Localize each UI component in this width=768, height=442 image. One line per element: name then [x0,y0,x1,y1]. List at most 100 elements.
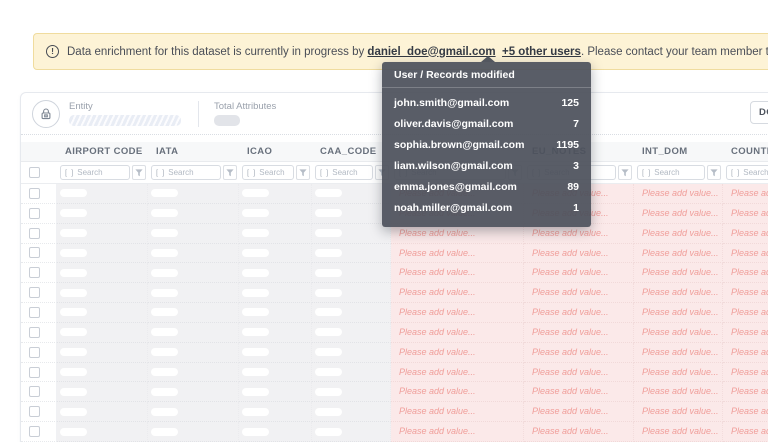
row-checkbox[interactable] [29,247,40,259]
cell-caa-code[interactable] [312,263,391,284]
cell-column-5[interactable]: Please add value... [391,402,524,423]
cell-caa-code[interactable] [312,322,391,343]
cell-country[interactable]: Please add value... [723,402,768,423]
cell-caa-code[interactable] [312,362,391,383]
cell-column-5[interactable]: Please add value... [391,342,524,363]
cell-caa-code[interactable] [312,402,391,423]
row-checkbox[interactable] [29,306,40,318]
cell-iata[interactable] [148,362,239,383]
cell-iata[interactable] [148,422,239,442]
cell-airport-code[interactable] [57,184,148,204]
cell-caa-code[interactable] [312,303,391,323]
cell-icao[interactable] [239,362,312,383]
cell-iata[interactable] [148,283,239,304]
cell-eu-notes[interactable]: Please add value... [524,382,634,403]
cell-country[interactable]: Please add value... [723,422,768,442]
cell-column-5[interactable]: Please add value... [391,283,524,304]
enrichment-user-link[interactable]: daniel_doe@gmail.com [367,46,495,58]
cell-country[interactable]: Please add value... [723,322,768,343]
cell-int-dom[interactable]: Please add value... [634,422,723,442]
download-button[interactable]: DO [750,101,768,124]
cell-int-dom[interactable]: Please add value... [634,362,723,383]
cell-icao[interactable] [239,402,312,423]
cell-eu-notes[interactable]: Please add value... [524,422,634,442]
row-checkbox[interactable] [29,267,40,279]
row-checkbox[interactable] [29,386,40,398]
cell-int-dom[interactable]: Please add value... [634,342,723,363]
column-header-airport-code[interactable]: AIRPORT CODE [57,142,148,161]
cell-caa-code[interactable] [312,283,391,304]
cell-country[interactable]: Please add value... [723,184,768,204]
column-header-int-dom[interactable]: INT_DOM [634,142,723,161]
cell-int-dom[interactable]: Please add value... [634,223,723,244]
cell-icao[interactable] [239,422,312,442]
cell-icao[interactable] [239,283,312,304]
cell-airport-code[interactable] [57,243,148,264]
cell-eu-notes[interactable]: Please add value... [524,402,634,423]
cell-icao[interactable] [239,263,312,284]
cell-country[interactable]: Please add value... [723,203,768,224]
cell-airport-code[interactable] [57,203,148,224]
cell-iata[interactable] [148,342,239,363]
filter-funnel-button[interactable] [296,165,310,180]
cell-icao[interactable] [239,203,312,224]
cell-iata[interactable] [148,382,239,403]
column-header-iata[interactable]: IATA [148,142,239,161]
cell-int-dom[interactable]: Please add value... [634,263,723,284]
search-input[interactable]: [ ]Search [315,165,373,180]
row-checkbox[interactable] [29,187,40,199]
cell-caa-code[interactable] [312,342,391,363]
search-input[interactable]: [ ]Search [242,165,294,180]
cell-caa-code[interactable] [312,243,391,264]
cell-column-5[interactable]: Please add value... [391,243,524,264]
cell-eu-notes[interactable]: Please add value... [524,362,634,383]
filter-funnel-button[interactable] [707,165,721,180]
cell-int-dom[interactable]: Please add value... [634,203,723,224]
row-checkbox[interactable] [29,406,40,418]
cell-iata[interactable] [148,184,239,204]
filter-funnel-button[interactable] [223,165,237,180]
column-header-caa-code[interactable]: CAA_CODE [312,142,391,161]
cell-airport-code[interactable] [57,402,148,423]
cell-icao[interactable] [239,223,312,244]
cell-country[interactable]: Please add value... [723,382,768,403]
select-all-checkbox[interactable] [29,167,40,178]
cell-icao[interactable] [239,382,312,403]
cell-column-5[interactable]: Please add value... [391,362,524,383]
cell-airport-code[interactable] [57,283,148,304]
cell-column-5[interactable]: Please add value... [391,263,524,284]
cell-eu-notes[interactable]: Please add value... [524,243,634,264]
row-checkbox[interactable] [29,287,40,299]
filter-funnel-button[interactable] [132,165,146,180]
cell-int-dom[interactable]: Please add value... [634,322,723,343]
more-users-link[interactable]: +5 other users [502,46,581,58]
cell-int-dom[interactable]: Please add value... [634,283,723,304]
cell-iata[interactable] [148,223,239,244]
cell-column-5[interactable]: Please add value... [391,303,524,323]
cell-eu-notes[interactable]: Please add value... [524,283,634,304]
cell-icao[interactable] [239,184,312,204]
cell-caa-code[interactable] [312,382,391,403]
search-input[interactable]: [ ]Search [60,165,130,180]
cell-iata[interactable] [148,243,239,264]
cell-column-5[interactable]: Please add value... [391,422,524,442]
row-checkbox[interactable] [29,426,40,438]
cell-eu-notes[interactable]: Please add value... [524,322,634,343]
cell-airport-code[interactable] [57,362,148,383]
cell-airport-code[interactable] [57,322,148,343]
cell-country[interactable]: Please add value... [723,362,768,383]
cell-airport-code[interactable] [57,342,148,363]
cell-iata[interactable] [148,263,239,284]
cell-caa-code[interactable] [312,203,391,224]
cell-eu-notes[interactable]: Please add value... [524,263,634,284]
filter-funnel-button[interactable] [618,165,632,180]
cell-country[interactable]: Please add value... [723,283,768,304]
cell-icao[interactable] [239,303,312,323]
cell-int-dom[interactable]: Please add value... [634,303,723,323]
column-header-country[interactable]: COUNTRY [723,142,768,161]
cell-caa-code[interactable] [312,184,391,204]
cell-iata[interactable] [148,322,239,343]
cell-airport-code[interactable] [57,263,148,284]
cell-airport-code[interactable] [57,303,148,323]
cell-country[interactable]: Please add value... [723,243,768,264]
